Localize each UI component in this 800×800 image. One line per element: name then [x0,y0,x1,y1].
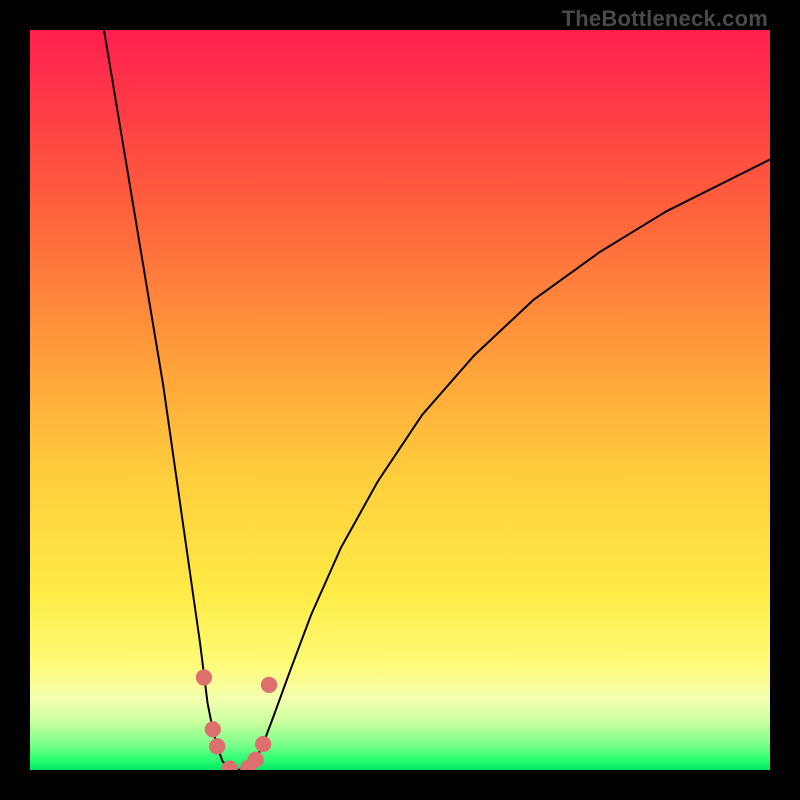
valley-marker [255,736,271,752]
valley-marker [261,677,277,693]
chart-curve-layer [30,30,770,770]
chart-plot-area [30,30,770,770]
valley-marker [248,752,264,768]
valley-marker [196,669,212,685]
valley-marker [209,738,225,754]
series-right-branch [241,160,770,771]
series-left-branch [104,30,241,770]
valley-marker [205,721,221,737]
chart-frame [30,30,770,770]
watermark-text: TheBottleneck.com [562,6,768,32]
